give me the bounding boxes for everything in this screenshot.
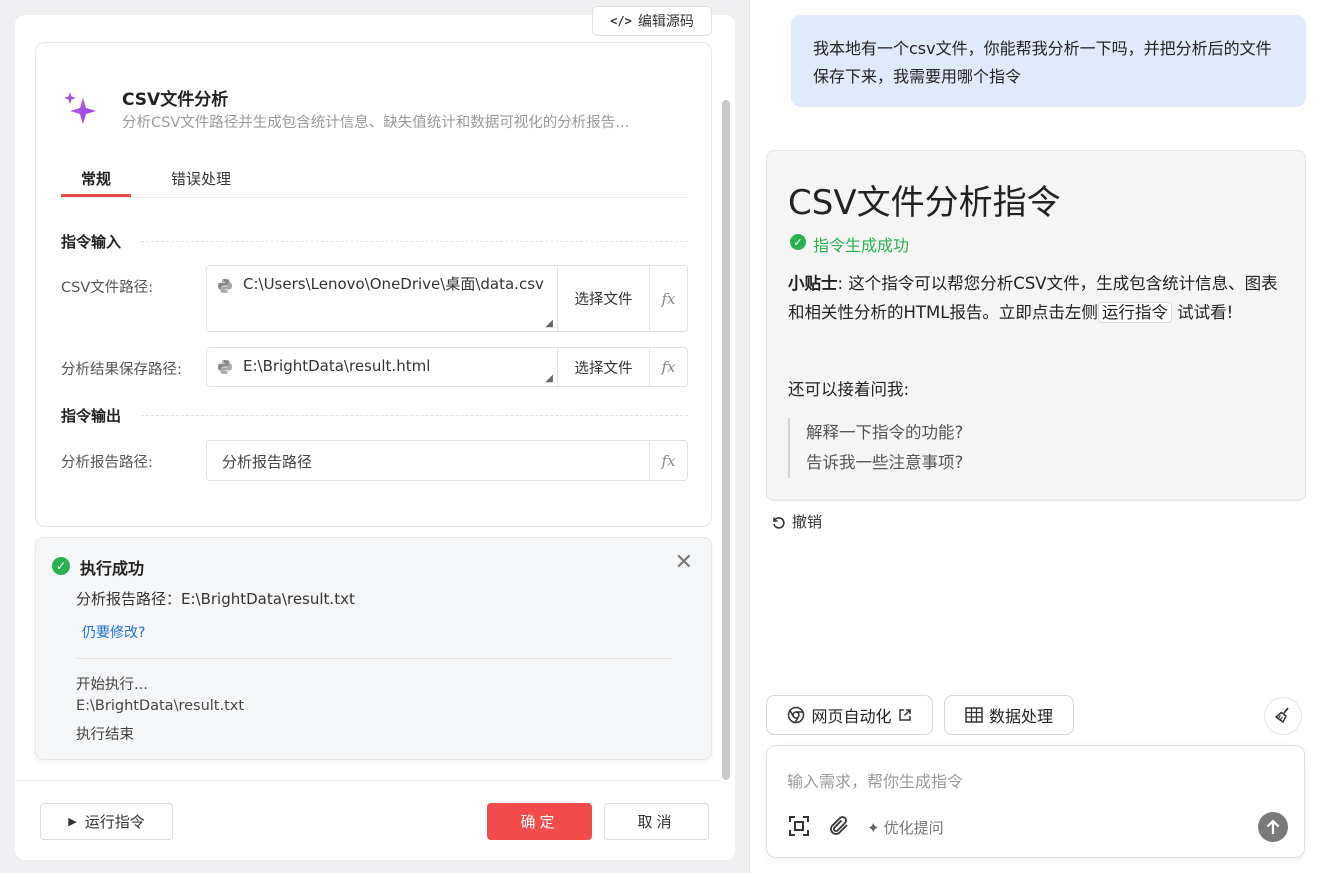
result-path: 分析报告路径：E:\BrightData\result.txt xyxy=(76,590,355,608)
section-title: 指令输出 xyxy=(61,407,122,425)
csv-path-value: C:\Users\Lenovo\OneDrive\桌面\data.csv xyxy=(243,275,544,293)
undo-icon xyxy=(773,516,785,529)
arrow-up-icon xyxy=(1266,819,1280,834)
csv-path-label: CSV文件路径: xyxy=(61,280,154,296)
screenshot-icon[interactable] xyxy=(787,814,811,838)
section-title: 指令输入 xyxy=(61,233,122,251)
edit-source-button[interactable]: </> 编辑源码 xyxy=(592,6,712,36)
divider xyxy=(76,658,672,659)
resize-handle[interactable]: ◢ xyxy=(545,318,553,329)
tab-bar: 常规 错误处理 xyxy=(61,158,688,198)
save-path-label: 分析结果保存路径: xyxy=(61,362,182,378)
close-icon[interactable]: ✕ xyxy=(675,552,693,574)
check-circle-icon: ✓ xyxy=(52,557,70,575)
fx-button[interactable]: fx xyxy=(649,348,687,386)
undo-label: 撤销 xyxy=(792,513,823,531)
success-status: 指令生成成功 xyxy=(813,236,910,255)
section-instruction-output: 指令输出 xyxy=(61,405,688,426)
report-path-value: 分析报告路径 xyxy=(222,453,313,471)
save-path-field[interactable]: E:\BrightData\result.html ◢ 选择文件 fx xyxy=(206,347,688,387)
chip-label: 数据处理 xyxy=(988,707,1053,726)
undo-button[interactable]: 撤销 xyxy=(770,511,822,532)
choose-file-button[interactable]: 选择文件 xyxy=(557,266,649,331)
report-path-label: 分析报告路径: xyxy=(61,455,153,471)
prompt-composer: ✦ 优化提问 xyxy=(766,745,1305,858)
optimize-prompt-button[interactable]: ✦ 优化提问 xyxy=(867,817,944,838)
result-title: 执行成功 xyxy=(80,559,145,578)
chip-web-automation[interactable]: 网页自动化 xyxy=(766,695,933,735)
prompt-input[interactable] xyxy=(787,772,1267,791)
card-description: 分析CSV文件路径并生成包含统计信息、缺失值统计和数据可视化的分析报告... xyxy=(122,115,630,131)
check-circle-icon: ✓ xyxy=(790,234,806,250)
suggestion-list: 解释一下指令的功能? 告诉我一些注意事项? xyxy=(788,418,963,478)
resize-handle[interactable]: ◢ xyxy=(545,373,553,384)
play-icon: ▶ xyxy=(68,815,77,828)
csv-path-field[interactable]: C:\Users\Lenovo\OneDrive\桌面\data.csv ◢ 选… xyxy=(206,265,688,332)
inline-code-run-instruction: 运行指令 xyxy=(1097,302,1172,323)
python-icon xyxy=(218,279,232,293)
log-line: 开始执行... xyxy=(76,677,148,693)
sparkle-small-icon: ✦ xyxy=(867,818,880,837)
chip-label: 网页自动化 xyxy=(811,707,892,726)
chip-data-processing[interactable]: 数据处理 xyxy=(944,695,1074,735)
scrollbar[interactable] xyxy=(722,100,730,780)
answer-title: CSV文件分析指令 xyxy=(788,183,1061,223)
optimize-label: 优化提问 xyxy=(883,819,944,837)
run-instruction-button[interactable]: ▶ 运行指令 xyxy=(40,803,173,840)
clear-chat-button[interactable] xyxy=(1264,697,1302,735)
python-icon xyxy=(218,360,232,374)
assistant-answer-card: CSV文件分析指令 ✓ 指令生成成功 小贴士: 这个指令可以帮您分析CSV文件，… xyxy=(766,150,1306,501)
divider xyxy=(15,780,720,781)
cancel-button[interactable]: 取消 xyxy=(604,803,709,840)
fx-button[interactable]: fx xyxy=(649,441,687,480)
code-icon: </> xyxy=(610,14,632,28)
table-icon xyxy=(965,707,983,723)
execution-result-panel: ✓ 执行成功 ✕ 分析报告路径：E:\BrightData\result.txt… xyxy=(35,537,712,760)
log-line: E:\BrightData\result.txt xyxy=(76,698,245,714)
tip-label: 小贴士 xyxy=(788,274,838,293)
chrome-icon xyxy=(788,706,805,724)
ask-more-label: 还可以接着问我: xyxy=(788,380,910,399)
paperclip-icon[interactable] xyxy=(827,814,851,838)
sparkle-icon xyxy=(64,92,96,124)
card-title: CSV文件分析 xyxy=(122,90,229,110)
user-message: 我本地有一个csv文件，你能帮我分析一下吗，并把分析后的文件保存下来，我需要用哪… xyxy=(791,15,1306,107)
suggestion-item[interactable]: 解释一下指令的功能? xyxy=(806,418,963,448)
report-path-field[interactable]: 分析报告路径 fx xyxy=(206,440,688,481)
edit-source-label: 编辑源码 xyxy=(637,14,694,30)
broom-icon xyxy=(1274,707,1289,724)
modify-link[interactable]: 仍要修改? xyxy=(82,622,145,642)
tab-general[interactable]: 常规 xyxy=(81,168,111,189)
run-label: 运行指令 xyxy=(84,813,145,831)
chat-panel: 我本地有一个csv文件，你能帮我分析一下吗，并把分析后的文件保存下来，我需要用哪… xyxy=(749,0,1318,873)
config-card: CSV文件分析 分析CSV文件路径并生成包含统计信息、缺失值统计和数据可视化的分… xyxy=(35,42,712,527)
choose-file-button[interactable]: 选择文件 xyxy=(557,348,649,386)
tip-text: 试试看! xyxy=(1171,303,1234,322)
suggestion-item[interactable]: 告诉我一些注意事项? xyxy=(806,448,963,478)
log-line: 执行结束 xyxy=(76,727,134,743)
external-link-icon xyxy=(898,709,911,721)
save-path-value: E:\BrightData\result.html xyxy=(243,357,431,375)
active-tab-indicator xyxy=(61,194,131,197)
confirm-button[interactable]: 确定 xyxy=(487,803,592,840)
tip-paragraph: 小贴士: 这个指令可以帮您分析CSV文件，生成包含统计信息、图表和相关性分析的H… xyxy=(788,269,1288,327)
section-instruction-input: 指令输入 xyxy=(61,231,688,252)
send-button[interactable] xyxy=(1258,812,1288,842)
fx-button[interactable]: fx xyxy=(649,266,687,331)
tab-error-handling[interactable]: 错误处理 xyxy=(171,168,231,189)
